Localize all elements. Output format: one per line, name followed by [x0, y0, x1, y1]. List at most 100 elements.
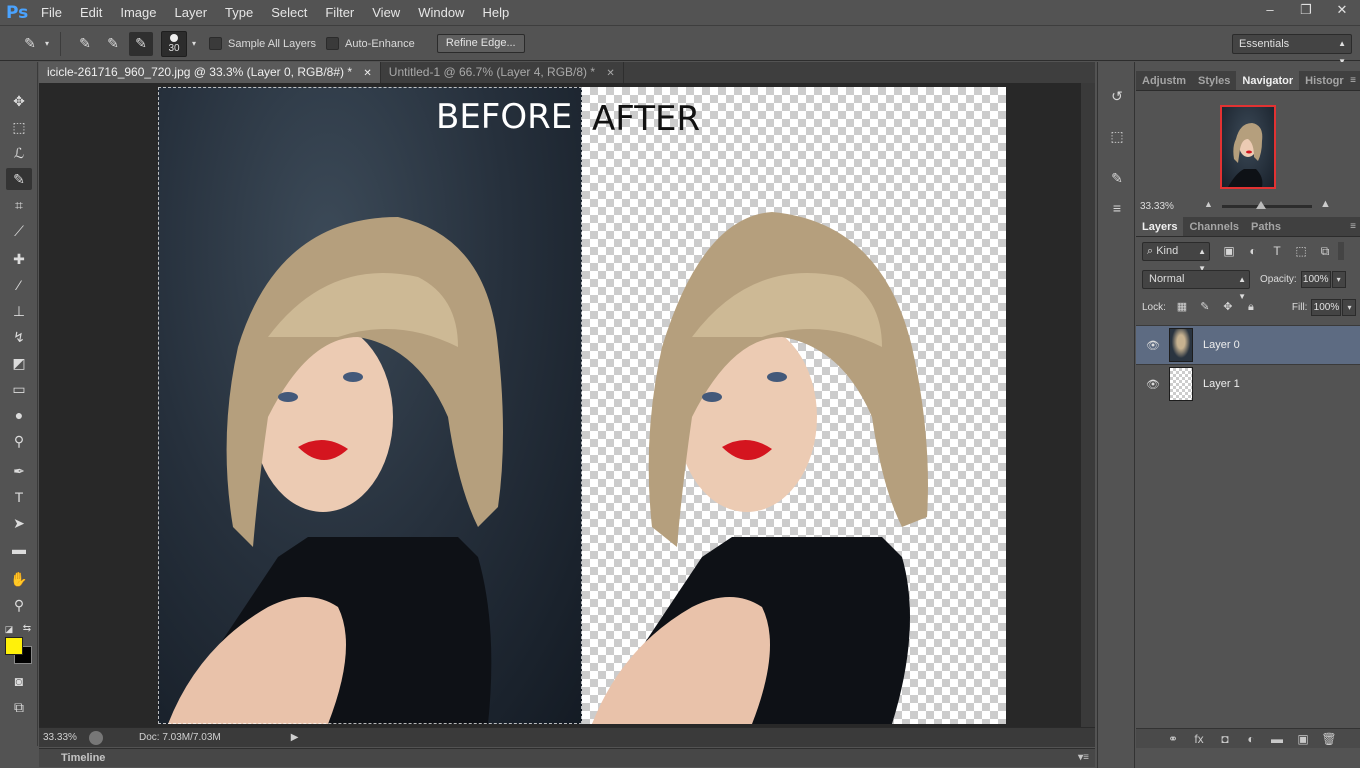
zoom-in-icon[interactable]: ▲: [1320, 198, 1331, 210]
tool-preset-icon[interactable]: ✎: [18, 32, 42, 56]
eraser-tool-icon[interactable]: ◩: [6, 352, 32, 374]
layer-1-name[interactable]: Layer 1: [1203, 378, 1240, 390]
visibility-eye-icon[interactable]: 👁︎: [1142, 378, 1164, 391]
opacity-chevron-icon[interactable]: ▾: [1331, 270, 1346, 288]
layer-style-icon[interactable]: fx: [1190, 732, 1208, 746]
history-brush-tool-icon[interactable]: ↯: [6, 326, 32, 348]
adjustment-filter-icon[interactable]: ◐: [1244, 242, 1262, 260]
timeline-panel[interactable]: Timeline ▾≡: [39, 748, 1095, 767]
new-layer-icon[interactable]: ▣: [1294, 732, 1312, 746]
blur-tool-icon[interactable]: ●: [6, 404, 32, 426]
dodge-tool-icon[interactable]: ⚲: [6, 430, 32, 452]
adjustment-layer-icon[interactable]: ◐: [1242, 732, 1260, 746]
tab-histogram[interactable]: Histogr: [1299, 71, 1350, 90]
clone-stamp-tool-icon[interactable]: ⊥: [6, 300, 32, 322]
visibility-eye-icon[interactable]: 👁︎: [1142, 339, 1164, 352]
path-selection-tool-icon[interactable]: ➤: [6, 512, 32, 534]
menu-filter[interactable]: Filter: [316, 0, 363, 26]
gradient-tool-icon[interactable]: ▭: [6, 378, 32, 400]
add-to-selection-icon[interactable]: ✎: [101, 32, 125, 56]
menu-file[interactable]: File: [32, 0, 71, 26]
timeline-menu-icon[interactable]: ▾≡: [1078, 749, 1089, 767]
menu-layer[interactable]: Layer: [166, 0, 217, 26]
brush-tool-icon[interactable]: ⁄: [6, 274, 32, 296]
lock-all-icon[interactable]: 🔒︎: [1244, 300, 1258, 314]
workspace-select[interactable]: Essentials ▲▼: [1232, 34, 1352, 66]
healing-brush-tool-icon[interactable]: ✚: [6, 248, 32, 270]
lock-image-icon[interactable]: ✎: [1198, 300, 1212, 314]
status-menu-arrow[interactable]: ▶: [291, 732, 299, 743]
auto-enhance-checkbox[interactable]: [326, 37, 340, 50]
restore-button[interactable]: ❐: [1288, 0, 1324, 20]
tab-navigator[interactable]: Navigator: [1236, 71, 1300, 90]
pen-tool-icon[interactable]: ✒: [6, 460, 32, 482]
navigator-zoom-slider[interactable]: [1222, 201, 1312, 209]
shape-filter-icon[interactable]: ⬚: [1292, 242, 1310, 260]
menu-help[interactable]: Help: [473, 0, 518, 26]
tab-adjustments[interactable]: Adjustm: [1136, 71, 1192, 90]
layer-0-name[interactable]: Layer 0: [1203, 339, 1240, 351]
foreground-color-swatch[interactable]: [5, 637, 23, 655]
menu-image[interactable]: Image: [111, 0, 165, 26]
opacity-input[interactable]: 100%: [1300, 270, 1331, 288]
canvas-area[interactable]: BEFORE AFTER: [39, 83, 1095, 727]
minimize-button[interactable]: –: [1252, 0, 1288, 20]
quick-selection-tool-icon[interactable]: ✎: [6, 168, 32, 190]
filter-toggle-icon[interactable]: [1338, 242, 1344, 260]
fill-chevron-icon[interactable]: ▾: [1342, 298, 1357, 316]
delete-layer-icon[interactable]: 🗑︎: [1320, 732, 1338, 746]
lock-position-icon[interactable]: ✥: [1221, 300, 1235, 314]
menu-view[interactable]: View: [363, 0, 409, 26]
navigator-zoom[interactable]: 33.33%: [1136, 201, 1176, 212]
brush-size-picker[interactable]: 30: [161, 30, 187, 57]
layer-row-layer-1[interactable]: 👁︎ Layer 1: [1136, 364, 1360, 403]
menu-type[interactable]: Type: [216, 0, 262, 26]
zoom-tool-icon[interactable]: ⚲: [6, 594, 32, 616]
panel-menu-icon[interactable]: ≡: [1350, 71, 1356, 91]
before-image[interactable]: BEFORE: [158, 87, 582, 724]
close-tab-icon[interactable]: ✕: [606, 68, 614, 79]
type-tool-icon[interactable]: T: [6, 486, 32, 508]
pixel-filter-icon[interactable]: ▣: [1220, 242, 1238, 260]
status-options-icon[interactable]: [89, 730, 103, 745]
tab-styles[interactable]: Styles: [1192, 71, 1236, 90]
layers-panel-menu-icon[interactable]: ≡: [1350, 217, 1356, 237]
marquee-tool-icon[interactable]: ⬚: [6, 116, 32, 138]
crop-tool-icon[interactable]: ⌗: [6, 194, 32, 216]
history-panel-icon[interactable]: ↺: [1107, 86, 1127, 106]
smart-object-filter-icon[interactable]: ⧉: [1316, 242, 1334, 260]
preset-chevron-icon[interactable]: ▾: [42, 32, 52, 56]
navigator-thumbnail[interactable]: [1220, 105, 1276, 189]
brush-chevron-icon[interactable]: ▾: [189, 32, 199, 56]
hand-tool-icon[interactable]: ✋: [6, 568, 32, 590]
subtract-selection-icon[interactable]: ✎: [129, 31, 153, 56]
kind-filter-select[interactable]: ⌕ Kind ▲ ▼: [1142, 241, 1210, 273]
tab-layers[interactable]: Layers: [1136, 217, 1184, 236]
screen-mode-icon[interactable]: ⧉: [6, 696, 32, 718]
rectangle-tool-icon[interactable]: ▬: [6, 538, 32, 560]
lasso-tool-icon[interactable]: ℒ: [6, 142, 32, 164]
zoom-level[interactable]: 33.33%: [39, 732, 81, 743]
tab-paths[interactable]: Paths: [1245, 217, 1287, 236]
close-tab-icon[interactable]: ✕: [363, 68, 371, 79]
move-tool-icon[interactable]: ✥: [6, 90, 32, 112]
close-button[interactable]: ✕: [1324, 0, 1360, 20]
brush-presets-icon[interactable]: ✎: [1107, 168, 1127, 188]
fill-input[interactable]: 100%: [1311, 298, 1342, 316]
quick-mask-icon[interactable]: ◙: [6, 670, 32, 692]
menu-select[interactable]: Select: [262, 0, 316, 26]
tab-document-2[interactable]: Untitled-1 @ 66.7% (Layer 4, RGB/8) * ✕: [381, 62, 624, 83]
menu-window[interactable]: Window: [409, 0, 473, 26]
zoom-slider-thumb[interactable]: [1256, 201, 1266, 209]
zoom-out-icon[interactable]: ▲: [1204, 199, 1213, 209]
type-filter-icon[interactable]: T: [1268, 242, 1286, 260]
after-image[interactable]: AFTER: [582, 87, 1006, 724]
vertical-scrollbar[interactable]: [1081, 83, 1095, 727]
refine-edge-button[interactable]: Refine Edge...: [436, 34, 525, 53]
blend-mode-select[interactable]: Normal ▲ ▼: [1142, 269, 1250, 301]
sample-all-layers-checkbox[interactable]: [209, 37, 222, 50]
tab-channels[interactable]: Channels: [1183, 217, 1245, 236]
new-group-icon[interactable]: ▬: [1268, 732, 1286, 746]
layer-mask-icon[interactable]: ◘: [1216, 732, 1234, 746]
link-layers-icon[interactable]: ⚭: [1164, 732, 1182, 746]
